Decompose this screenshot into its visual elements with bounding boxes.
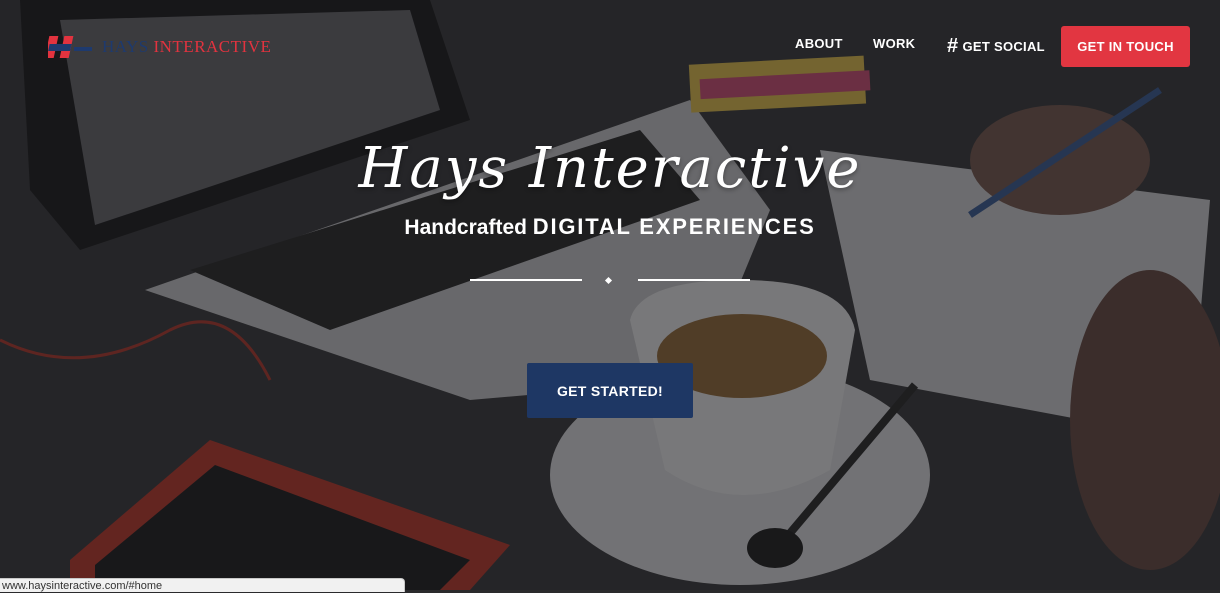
hero-section — [0, 0, 1220, 590]
nav-get-social-label: GET SOCIAL — [962, 38, 1045, 54]
logo-text: HAYS INTERACTIVE — [102, 37, 271, 57]
nav-work[interactable]: WORK — [873, 36, 915, 56]
nav-get-social[interactable]: # GET SOCIAL — [947, 36, 1045, 56]
logo-text-hays: HAYS — [102, 37, 149, 56]
nav-about[interactable]: ABOUT — [795, 36, 843, 56]
divider-line-right — [638, 279, 750, 281]
divider-line-left — [470, 279, 582, 281]
logo-h-icon — [48, 36, 92, 58]
hero-title: Hays Interactive — [358, 136, 862, 201]
tagline-prefix: Handcrafted — [404, 216, 527, 239]
hashtag-icon: # — [947, 35, 959, 57]
hero-tagline: Handcrafted DIGITAL EXPERIENCES — [0, 214, 1220, 240]
hero-dark-overlay — [0, 0, 1220, 590]
get-started-button[interactable]: GET STARTED! — [527, 363, 693, 418]
site-logo[interactable]: HAYS INTERACTIVE — [48, 32, 271, 62]
tagline-main: DIGITAL EXPERIENCES — [532, 214, 816, 239]
logo-text-interactive: INTERACTIVE — [153, 37, 272, 56]
get-in-touch-button[interactable]: GET IN TOUCH — [1061, 26, 1190, 67]
